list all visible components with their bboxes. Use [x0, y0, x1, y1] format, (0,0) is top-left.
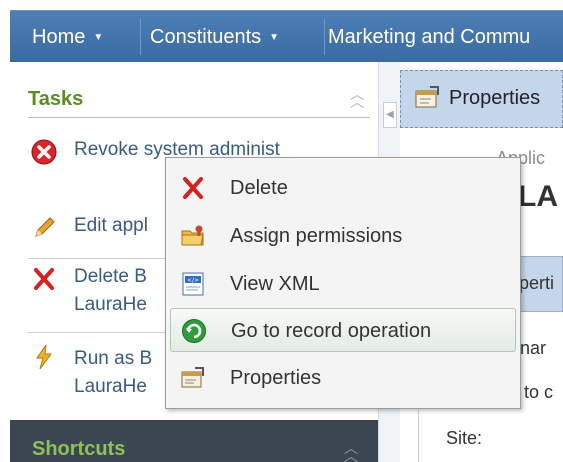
nav-home-label: Home: [32, 26, 86, 48]
properties-icon: [181, 367, 204, 388]
collapse-panel-arrow-icon[interactable]: ◀: [383, 102, 397, 128]
context-menu: Delete Assign permissions </> View XML G…: [165, 157, 521, 409]
revoke-icon: [31, 139, 57, 165]
menu-item-label: Delete: [230, 177, 288, 199]
properties-toolbar-button[interactable]: Properties: [400, 70, 563, 128]
menu-item-label: Properties: [230, 367, 322, 389]
navigation-bar: Home ▼ Constituents ▼ Marketing and Commu: [10, 10, 563, 62]
properties-section-label: perti: [519, 273, 555, 293]
menu-item-label: Assign permissions: [230, 225, 403, 247]
nav-constituents-label: Constituents: [150, 26, 262, 48]
properties-icon: [415, 86, 439, 108]
delete-icon: [183, 177, 203, 199]
tasks-header[interactable]: Tasks ︿ ︿: [28, 87, 370, 118]
nav-marketing[interactable]: Marketing and Commu: [314, 11, 530, 63]
tasks-title: Tasks: [28, 88, 84, 110]
to-field-label: to c: [524, 382, 554, 402]
top-navigation: Home ▼ Constituents ▼ Marketing and Commu: [0, 0, 563, 62]
folder-permissions-icon: [181, 225, 204, 246]
go-to-record-icon: [182, 319, 206, 343]
nav-constituents[interactable]: Constituents ▼: [136, 11, 279, 63]
delete-icon: [34, 268, 54, 290]
menu-item-assign-permissions[interactable]: Assign permissions: [170, 214, 516, 258]
nav-marketing-label: Marketing and Commu: [328, 26, 531, 48]
properties-label: Properties: [449, 87, 541, 109]
xml-document-icon: </>: [182, 272, 204, 296]
collapse-icon[interactable]: ︿ ︿: [344, 441, 358, 462]
menu-item-delete[interactable]: Delete: [170, 166, 516, 210]
application-title: LA: [518, 180, 558, 213]
menu-item-label: Go to record operation: [231, 320, 432, 342]
chevron-down-icon: ▼: [93, 32, 104, 43]
collapse-icon[interactable]: ︿ ︿: [350, 87, 364, 109]
shortcuts-header[interactable]: Shortcuts ︿ ︿: [10, 420, 378, 462]
menu-item-view-xml[interactable]: </> View XML: [170, 262, 516, 306]
menu-item-go-to-record-operation[interactable]: Go to record operation: [170, 308, 516, 352]
menu-item-label: View XML: [230, 273, 320, 295]
nav-home[interactable]: Home ▼: [18, 11, 103, 63]
shortcuts-title: Shortcuts: [32, 438, 126, 460]
pencil-icon: [35, 217, 55, 237]
chevron-down-icon: ▼: [269, 32, 280, 43]
lightning-icon: [36, 344, 52, 370]
site-field-label: Site:: [446, 428, 483, 448]
menu-item-properties[interactable]: Properties: [170, 356, 516, 400]
name-field-label: nar: [520, 338, 547, 358]
svg-text:</>: </>: [187, 277, 199, 284]
